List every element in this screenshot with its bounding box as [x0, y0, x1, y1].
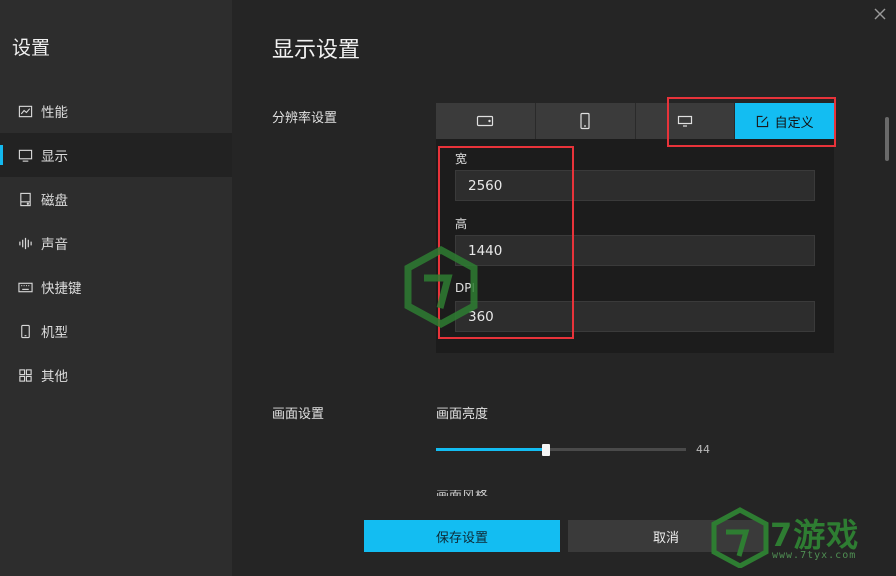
height-input[interactable]: 1440 [455, 235, 815, 266]
sidebar-item-label: 快捷键 [41, 281, 82, 297]
dpi-input[interactable]: 360 [455, 301, 815, 332]
save-button[interactable]: 保存设置 [364, 520, 560, 552]
tab-custom-label: 自定义 [774, 115, 814, 131]
sidebar-item-label: 机型 [41, 325, 68, 341]
sound-wave-icon [17, 235, 33, 251]
width-input[interactable]: 2560 [455, 170, 815, 201]
disk-icon [17, 191, 33, 207]
sidebar-title: 设置 [12, 37, 51, 59]
sidebar-item-shortcuts[interactable]: 快捷键 [0, 265, 232, 309]
main-panel: 显示设置 分辨率设置 自定义 宽 2560 高 1440 DPI 360 画面设… [232, 0, 896, 576]
sidebar-item-label: 声音 [41, 237, 68, 253]
tab-tablet[interactable] [436, 103, 536, 139]
sidebar-nav: 性能 显示 磁盘 声音 快捷键 机型 其他 [0, 89, 232, 397]
custom-resolution-panel: 宽 2560 高 1440 DPI 360 [436, 139, 834, 353]
tab-desktop[interactable] [635, 103, 736, 139]
tablet-landscape-icon [477, 115, 494, 127]
tab-custom[interactable]: 自定义 [735, 103, 834, 139]
screen-section-label: 画面设置 [272, 407, 325, 422]
height-label: 高 [455, 217, 468, 231]
edit-icon [756, 115, 768, 127]
scrollbar-thumb[interactable] [885, 117, 889, 161]
slider-thumb[interactable] [542, 444, 550, 456]
slider-fill [436, 448, 546, 451]
page-title: 显示设置 [272, 38, 361, 63]
sidebar-item-sound[interactable]: 声音 [0, 221, 232, 265]
phone-icon [17, 323, 33, 339]
sidebar-item-other[interactable]: 其他 [0, 353, 232, 397]
sidebar-item-disk[interactable]: 磁盘 [0, 177, 232, 221]
sidebar-item-label: 性能 [41, 105, 68, 121]
keyboard-icon [17, 279, 33, 295]
monitor-icon [17, 147, 33, 163]
watermark-logo-icon [404, 246, 478, 328]
close-button[interactable] [872, 6, 888, 22]
sidebar-item-label: 其他 [41, 369, 68, 385]
phone-portrait-icon [580, 112, 590, 130]
sidebar: 设置 性能 显示 磁盘 声音 快捷键 机型 其他 [0, 0, 232, 576]
brand-url: www.7tyx.com [772, 550, 857, 561]
brightness-label: 画面亮度 [436, 407, 489, 422]
chart-line-icon [17, 103, 33, 119]
sidebar-item-label: 显示 [41, 149, 68, 165]
sidebar-item-performance[interactable]: 性能 [0, 89, 232, 133]
monitor-icon [677, 115, 692, 127]
close-icon [874, 8, 886, 20]
width-label: 宽 [455, 152, 468, 166]
sidebar-item-label: 磁盘 [41, 193, 68, 209]
resolution-tabs: 自定义 [436, 103, 834, 139]
tab-phone[interactable] [535, 103, 636, 139]
grid-icon [17, 367, 33, 383]
sidebar-item-device-model[interactable]: 机型 [0, 309, 232, 353]
sidebar-item-display[interactable]: 显示 [0, 133, 232, 177]
resolution-section-label: 分辨率设置 [272, 111, 338, 126]
brightness-slider[interactable] [436, 444, 686, 456]
brightness-value: 44 [696, 443, 710, 456]
